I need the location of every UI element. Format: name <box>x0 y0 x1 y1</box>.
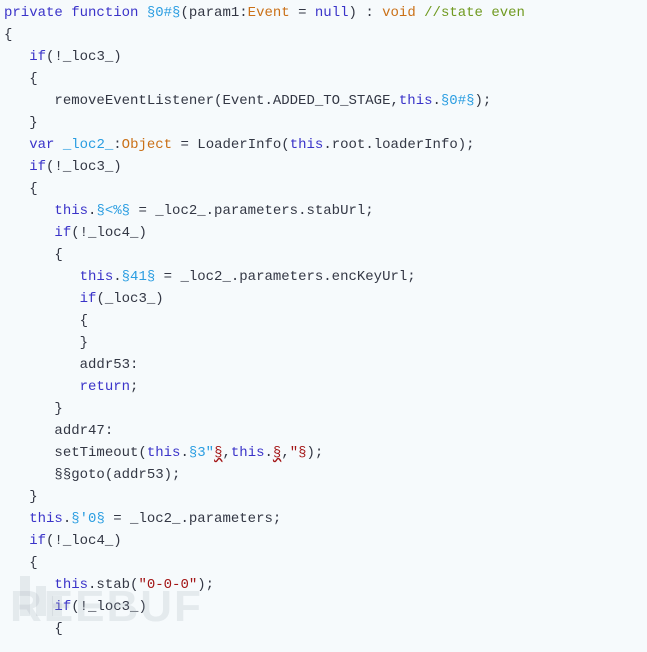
comment: //state even <box>416 5 525 21</box>
t: (!_loc4_) <box>46 533 122 549</box>
kw-if: if <box>54 599 71 615</box>
member: §'0§ <box>71 511 105 527</box>
t: (param1: <box>180 5 247 21</box>
brace: { <box>80 313 88 329</box>
t: (_loc3_) <box>96 291 163 307</box>
t: = _loc2_.parameters.stabUrl; <box>130 203 374 219</box>
t: . <box>433 93 441 109</box>
brace: } <box>80 335 88 351</box>
goto: §§goto(addr53); <box>54 467 180 483</box>
label: addr47: <box>54 423 113 439</box>
code-block: private function §0#§(param1:Event = nul… <box>0 0 647 640</box>
member: §3" <box>189 445 214 461</box>
kw-private: private <box>4 5 63 21</box>
brace: } <box>54 401 62 417</box>
t: (!_loc3_) <box>71 599 147 615</box>
brace: { <box>29 555 37 571</box>
member: §41§ <box>122 269 156 285</box>
member: §<%§ <box>96 203 130 219</box>
t: (!_loc4_) <box>71 225 147 241</box>
t: ) : <box>349 5 383 21</box>
t: . <box>63 511 71 527</box>
t: = LoaderInfo( <box>172 137 290 153</box>
kw-this: this <box>54 203 88 219</box>
kw-var: var <box>29 137 54 153</box>
kw-if: if <box>54 225 71 241</box>
type-event: Event <box>248 5 290 21</box>
t: setTimeout( <box>54 445 146 461</box>
t: , <box>222 445 230 461</box>
kw-function: function <box>71 5 138 21</box>
brace: } <box>29 115 37 131</box>
kw-this: this <box>29 511 63 527</box>
kw-this: this <box>54 577 88 593</box>
brace: { <box>54 621 62 637</box>
t: removeEventListener(Event.ADDED_TO_STAGE… <box>54 93 398 109</box>
kw-return: return <box>80 379 130 395</box>
fn-name: §0#§ <box>147 5 181 21</box>
t: = _loc2_.parameters; <box>105 511 281 527</box>
t: (!_loc3_) <box>46 49 122 65</box>
t: , <box>281 445 289 461</box>
type-void: void <box>382 5 416 21</box>
kw-if: if <box>80 291 97 307</box>
kw-this: this <box>147 445 181 461</box>
t: : <box>113 137 121 153</box>
label: addr53: <box>80 357 139 373</box>
brace: { <box>29 71 37 87</box>
t: = _loc2_.parameters.encKeyUrl; <box>155 269 415 285</box>
kw-if: if <box>29 533 46 549</box>
kw-this: this <box>80 269 114 285</box>
t: (!_loc3_) <box>46 159 122 175</box>
t: ; <box>130 379 138 395</box>
member: §0#§ <box>441 93 475 109</box>
string: "0-0-0" <box>138 577 197 593</box>
t: ); <box>197 577 214 593</box>
t: ); <box>307 445 324 461</box>
kw-null: null <box>315 5 349 21</box>
type-object: Object <box>122 137 172 153</box>
t: ); <box>475 93 492 109</box>
kw-this: this <box>290 137 324 153</box>
kw-this: this <box>231 445 265 461</box>
kw-if: if <box>29 49 46 65</box>
t: .root.loaderInfo); <box>323 137 474 153</box>
brace: { <box>29 181 37 197</box>
t: .stab( <box>88 577 138 593</box>
kw-if: if <box>29 159 46 175</box>
brace: { <box>4 27 12 43</box>
brace: } <box>29 489 37 505</box>
t: . <box>180 445 188 461</box>
brace: { <box>54 247 62 263</box>
t: . <box>113 269 121 285</box>
t: . <box>265 445 273 461</box>
t: = <box>290 5 315 21</box>
string: "§ <box>290 445 307 461</box>
var-name: _loc2_ <box>63 137 113 153</box>
kw-this: this <box>399 93 433 109</box>
